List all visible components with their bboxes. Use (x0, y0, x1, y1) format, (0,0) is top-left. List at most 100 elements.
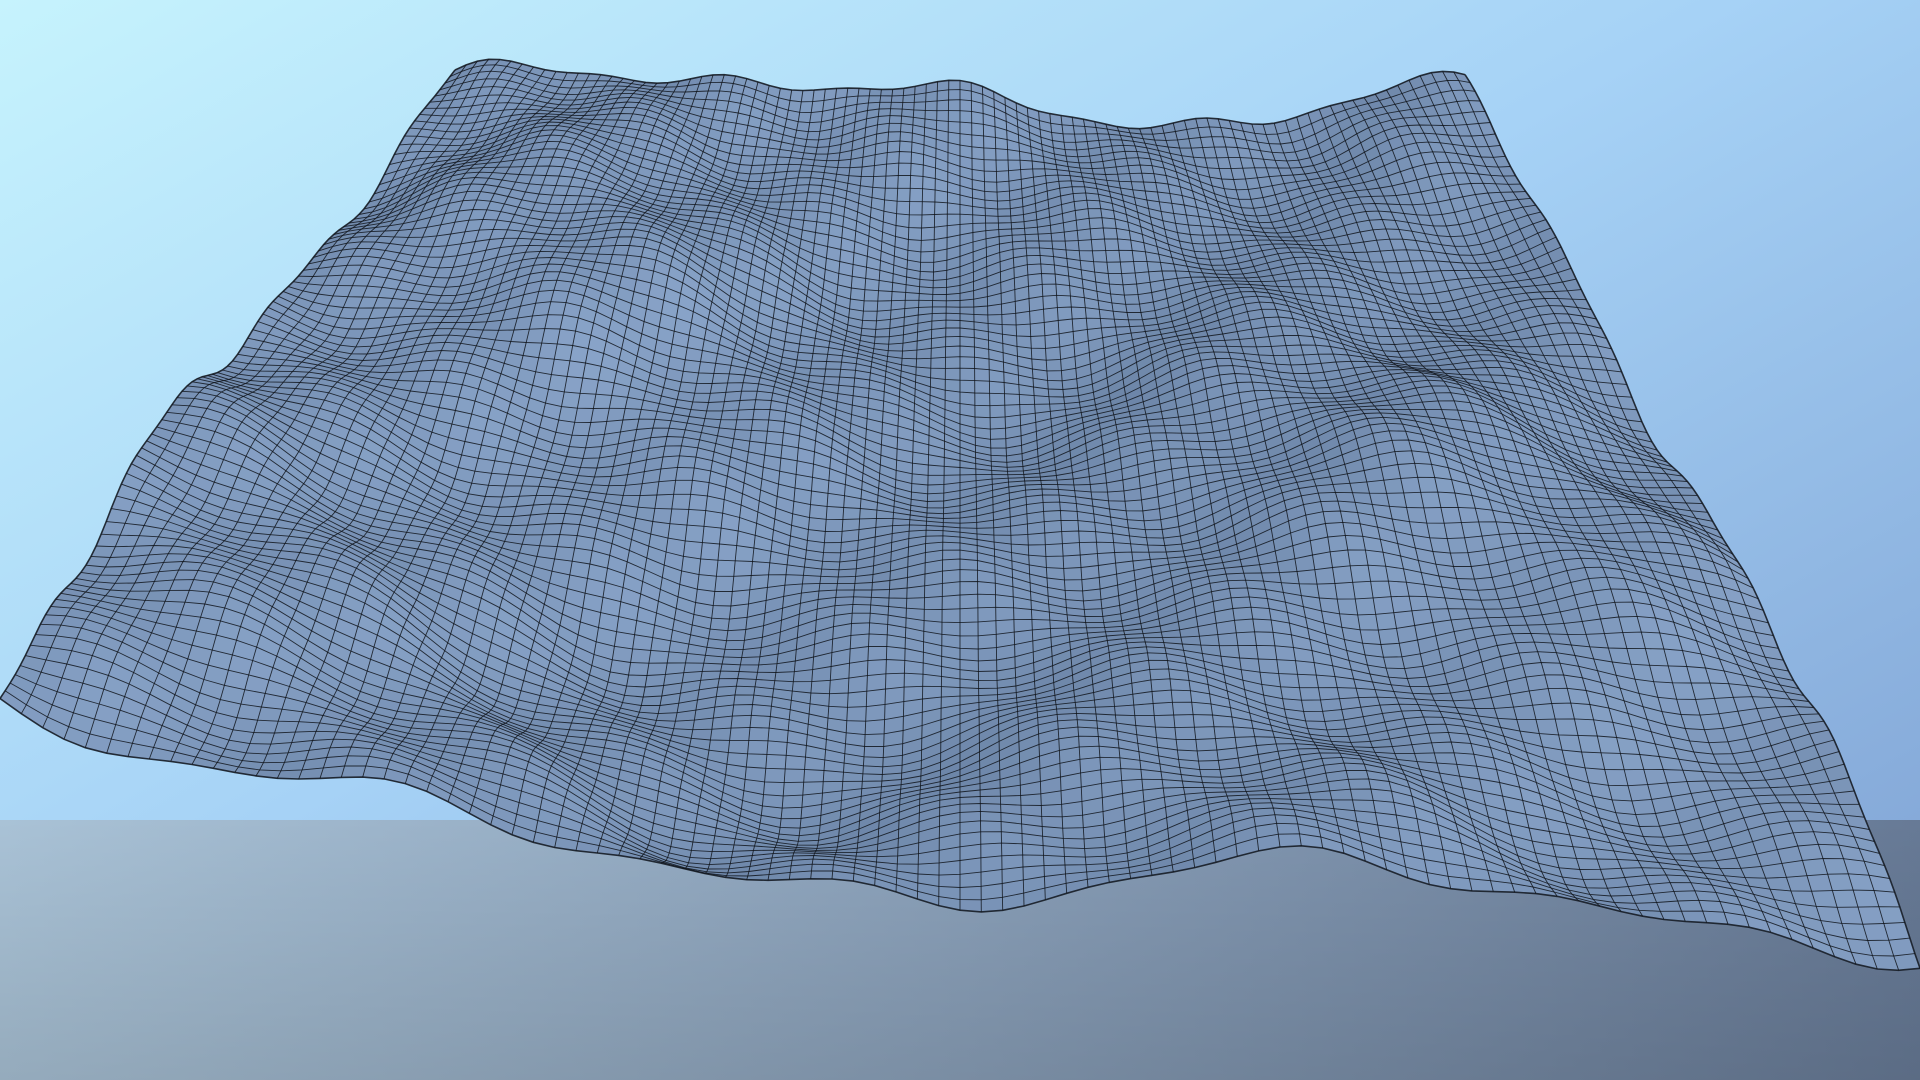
terrain-face (996, 180, 1010, 193)
terrain-face (1121, 272, 1137, 286)
terrain-face (1117, 173, 1132, 183)
terrain-face (747, 173, 763, 182)
terrain-face (807, 121, 822, 133)
3d-viewport[interactable] (0, 0, 1920, 1080)
terrain-face (996, 190, 1011, 202)
terrain-face (1010, 534, 1029, 546)
terrain-face (1198, 441, 1218, 451)
terrain-face (804, 200, 820, 212)
terrain-face (1030, 335, 1046, 349)
terrain-face (1129, 172, 1144, 183)
terrain-face (1090, 238, 1107, 252)
terrain-face (998, 222, 1012, 230)
terrain-face (1213, 351, 1232, 359)
terrain-face (897, 175, 911, 189)
terrain-face (1101, 217, 1117, 229)
terrain-face (891, 291, 907, 302)
terrain-face (972, 214, 986, 224)
terrain-face (921, 201, 936, 216)
terrain-face (809, 504, 828, 520)
terrain-face (736, 408, 755, 421)
terrain-face (927, 474, 945, 486)
terrain-face (925, 529, 944, 537)
terrain-face (1125, 510, 1145, 522)
terrain-face (544, 513, 566, 525)
terrain-face (763, 156, 779, 166)
terrain-face (700, 542, 720, 561)
terrain-face (945, 345, 961, 358)
terrain-face (791, 200, 807, 211)
terrain-face (920, 226, 935, 241)
terrain-face (1105, 249, 1121, 263)
terrain-face (711, 373, 730, 384)
terrain-face (1037, 233, 1053, 242)
terrain-face (658, 467, 678, 483)
terrain-face (1125, 303, 1142, 313)
terrain-face (1019, 159, 1034, 170)
terrain-face (820, 568, 840, 578)
terrain-face (1015, 323, 1032, 337)
terrain-face (886, 140, 901, 153)
terrain-face (1060, 520, 1080, 532)
terrain-face (664, 436, 684, 447)
terrain-face (750, 419, 770, 432)
terrain-face (1029, 322, 1046, 337)
terrain-face (1029, 308, 1045, 325)
terrain-face (948, 99, 961, 112)
terrain-face (932, 300, 947, 308)
terrain-face (1349, 481, 1370, 494)
terrain-face (1043, 520, 1063, 534)
terrain-face (652, 508, 673, 525)
terrain-face (848, 166, 863, 177)
terrain-face (932, 287, 947, 295)
terrain-face (809, 110, 823, 124)
terrain-face (837, 576, 856, 584)
terrain-face (927, 484, 945, 495)
terrain-scene (0, 0, 1920, 1080)
terrain-face (1041, 283, 1057, 297)
terrain-face (622, 408, 642, 421)
terrain-face (898, 151, 912, 164)
terrain-face (1025, 247, 1041, 257)
terrain-face (539, 534, 561, 547)
terrain-face (751, 155, 767, 166)
terrain-face (1056, 294, 1072, 308)
terrain-face (945, 356, 961, 369)
terrain-face (989, 404, 1006, 419)
terrain-face (1062, 133, 1076, 143)
terrain-face (1123, 294, 1140, 305)
terrain-face (918, 299, 933, 308)
terrain-face (1099, 318, 1116, 329)
terrain-face (677, 455, 697, 469)
terrain-face (947, 110, 961, 123)
terrain-face (1007, 159, 1021, 172)
terrain-face (901, 101, 915, 111)
terrain-face (995, 159, 1009, 172)
terrain-face (945, 300, 961, 308)
terrain-face (1044, 543, 1064, 557)
terrain-face (931, 306, 947, 314)
terrain-face (1043, 320, 1060, 337)
terrain-face (558, 406, 578, 423)
terrain-face (908, 214, 923, 229)
terrain-face (723, 390, 742, 403)
terrain-face (887, 131, 901, 143)
terrain-face (686, 509, 707, 527)
terrain-face (606, 407, 626, 422)
terrain-face (804, 139, 819, 148)
terrain-face (946, 213, 961, 227)
terrain-face (1086, 199, 1102, 210)
terrain-face (797, 170, 813, 179)
terrain-face (985, 215, 999, 224)
terrain-face (1042, 494, 1061, 503)
terrain-face (1117, 238, 1133, 251)
terrain-face (698, 558, 719, 577)
terrain-face (1043, 510, 1062, 523)
terrain-face (989, 427, 1007, 440)
terrain-face (984, 181, 998, 193)
terrain-face (1063, 141, 1078, 151)
terrain-face (1041, 273, 1057, 285)
terrain-face (799, 101, 814, 113)
terrain-face (897, 162, 912, 176)
terrain-face (1026, 255, 1042, 266)
